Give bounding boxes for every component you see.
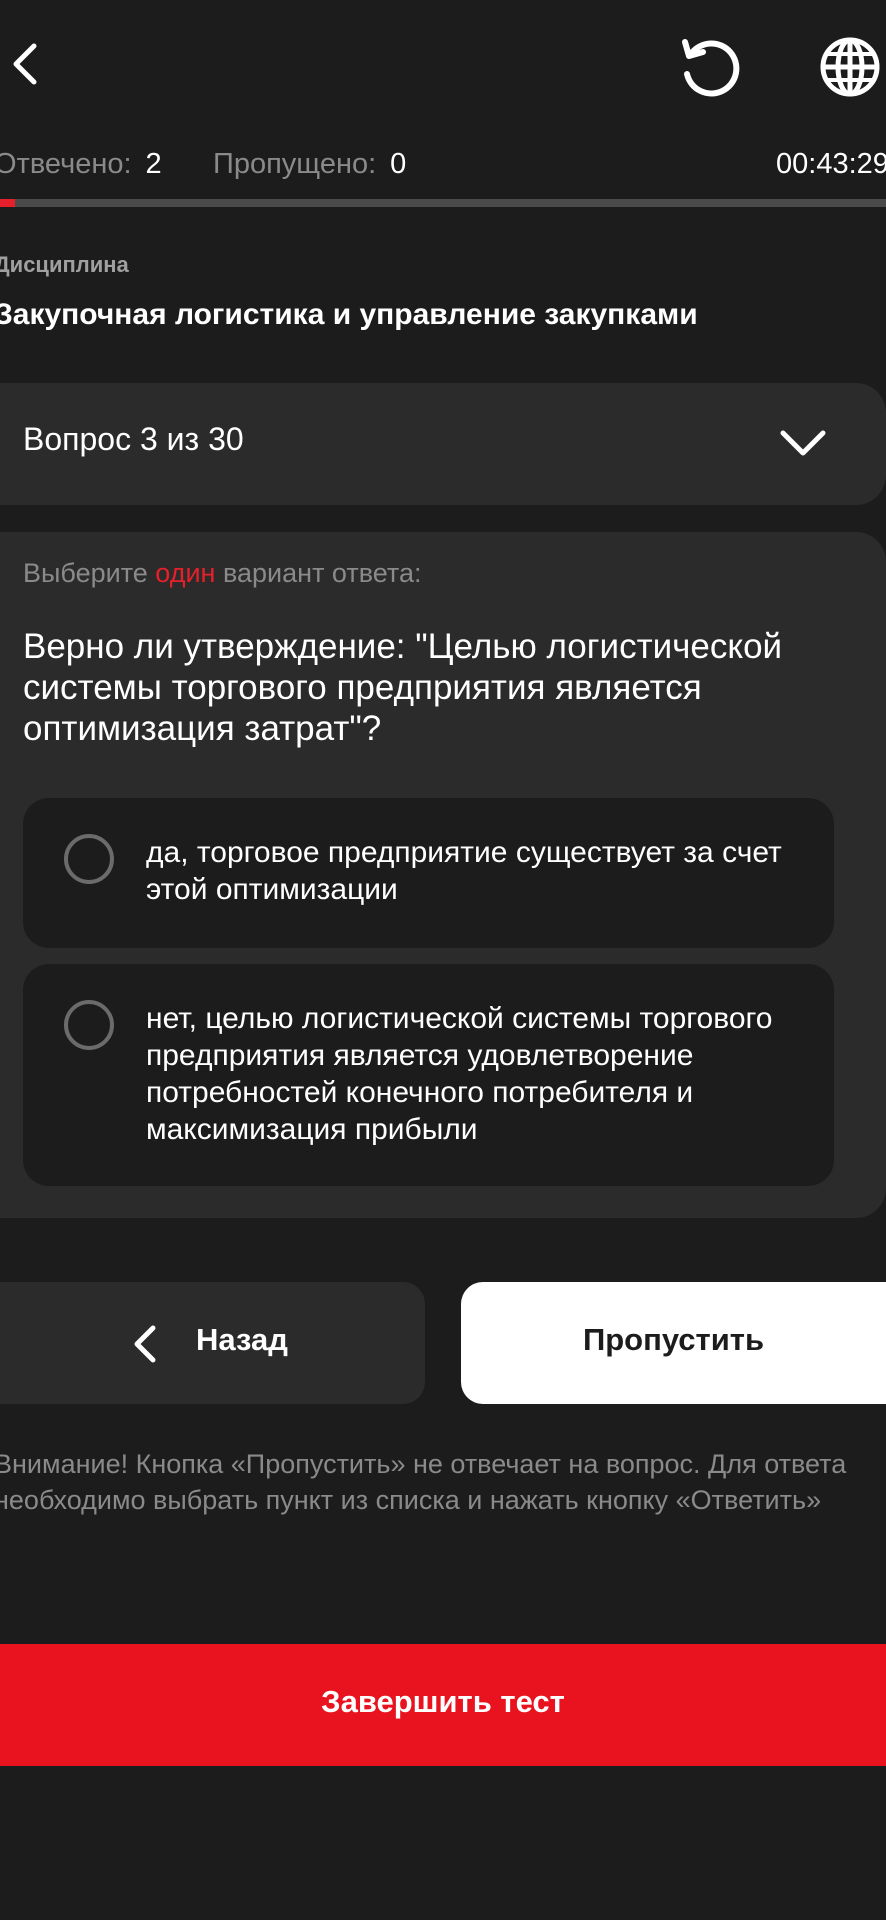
answer-option[interactable]: да, торговое предприятие существует за с… — [23, 798, 834, 948]
answer-instruction: Выберите один вариант ответа: — [23, 558, 421, 589]
answered-label: Отвечено: — [0, 148, 132, 180]
timer: 00:43:29 — [776, 148, 886, 180]
skipped-stat: Пропущено: 0 — [213, 144, 406, 184]
finish-test-button[interactable]: Завершить тест — [0, 1644, 886, 1766]
globe-icon[interactable] — [814, 30, 886, 104]
back-button-label: Назад — [196, 1322, 288, 1357]
skip-notice: Внимание! Кнопка «Пропустить» не отвечае… — [0, 1449, 847, 1515]
question-card: Выберите один вариант ответа: Верно ли у… — [0, 532, 886, 1218]
back-button[interactable]: Назад — [0, 1282, 425, 1404]
question-counter: Вопрос 3 из 30 — [23, 421, 244, 457]
skipped-count: 0 — [390, 148, 407, 180]
chevron-down-icon — [780, 430, 826, 456]
answer-option-label: да, торговое предприятие существует за с… — [146, 836, 782, 906]
progress-fill — [0, 199, 15, 207]
answer-option-label: нет, целью логистической системы торгово… — [146, 1002, 773, 1146]
skip-button-label: Пропустить — [582, 1322, 765, 1357]
answer-option[interactable]: нет, целью логистической системы торгово… — [23, 964, 834, 1186]
radio-button[interactable] — [64, 1000, 114, 1050]
discipline-title: Закупочная логистика и управление закупк… — [0, 298, 698, 331]
question-selector[interactable]: Вопрос 3 из 30 — [0, 383, 886, 505]
answered-stat: Отвечено: 2 — [0, 144, 162, 184]
instruction-accent: один — [155, 558, 216, 588]
question-text: Верно ли утверждение: "Целью логистическ… — [23, 627, 783, 748]
reset-icon[interactable] — [670, 30, 750, 104]
skip-button[interactable]: Пропустить — [461, 1282, 886, 1404]
instruction-suffix: вариант ответа: — [222, 558, 422, 588]
answered-count: 2 — [145, 148, 162, 180]
progress-bar — [0, 199, 886, 207]
finish-test-label: Завершить тест — [321, 1684, 565, 1719]
skipped-label: Пропущено: — [213, 148, 377, 180]
instruction-prefix: Выберите — [23, 558, 148, 588]
radio-button[interactable] — [64, 834, 114, 884]
chevron-left-icon — [134, 1325, 156, 1363]
discipline-label: Дисциплина — [0, 252, 129, 277]
back-icon[interactable] — [0, 28, 50, 100]
